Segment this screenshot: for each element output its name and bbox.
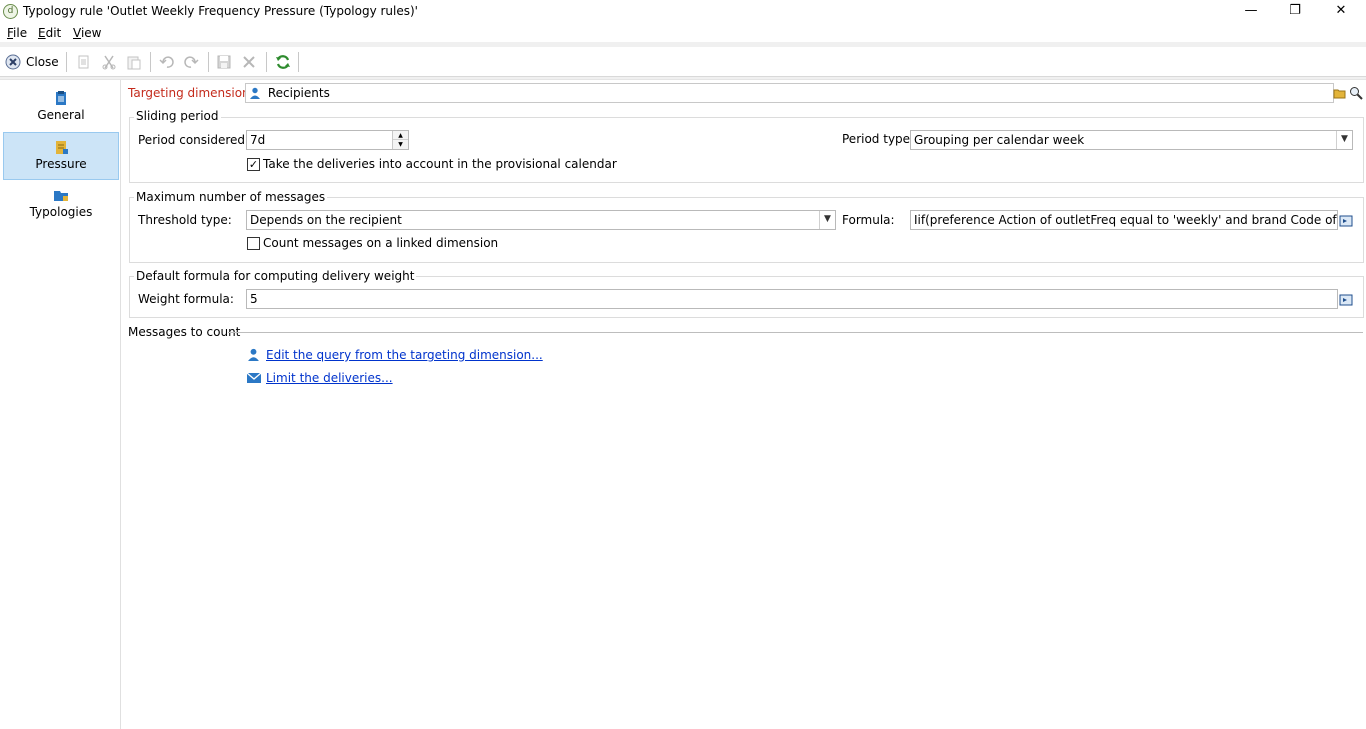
max-messages-title: Maximum number of messages [134,190,328,204]
chevron-down-icon[interactable]: ▼ [1336,131,1352,149]
menu-edit[interactable]: Edit [38,26,61,40]
window-title: Typology rule 'Outlet Weekly Frequency P… [23,4,418,18]
folder-icon [54,191,68,201]
sidebar-item-label: General [37,108,85,122]
save-button[interactable] [216,52,232,72]
expression-editor-icon[interactable] [1339,214,1353,228]
toolbar-separator [150,52,151,72]
edit-query-link[interactable]: Edit the query from the targeting dimens… [266,348,543,362]
spin-down-icon[interactable]: ▼ [393,140,408,149]
provisional-calendar-checkbox[interactable]: ✓ [247,158,260,171]
paste-button[interactable] [126,52,142,72]
toolbar: Close [0,47,1366,77]
period-considered-value: 7d [250,133,266,147]
toolbar-separator [298,52,299,72]
chevron-down-icon[interactable]: ▼ [819,211,835,229]
editor-area: General Pressure Typologies Targeting di… [0,79,1366,729]
magnifier-icon[interactable] [1349,86,1363,100]
period-type-value: Grouping per calendar week [914,133,1085,147]
threshold-type-value: Depends on the recipient [250,213,402,227]
scissors-icon [102,55,116,70]
refresh-icon [276,55,290,69]
linked-dimension-label: Count messages on a linked dimension [263,236,499,250]
sidebar-item-pressure[interactable]: Pressure [3,132,119,180]
period-type-label: Period type: [842,132,915,146]
folder-open-icon[interactable] [1333,86,1347,100]
envelope-icon [246,372,262,383]
toolbar-separator [266,52,267,72]
redo-icon [184,56,199,68]
expression-editor-icon[interactable] [1339,293,1353,307]
cut-button[interactable] [101,52,117,72]
toolbar-separator [66,52,67,72]
menu-view[interactable]: View [73,26,101,40]
menu-bar: File Edit View [0,24,1366,42]
sidebar-item-general[interactable]: General [3,84,119,132]
main-form: Targeting dimension: Recipients Sliding … [121,80,1366,729]
cancel-icon [243,56,255,68]
person-icon [248,348,259,361]
sliding-period-title: Sliding period [134,109,221,123]
cancel-button[interactable] [241,52,257,72]
weight-formula-input[interactable]: 5 [246,289,1338,309]
close-button[interactable]: Close [5,52,59,72]
period-considered-input[interactable]: 7d ▲ ▼ [246,130,409,150]
period-type-select[interactable]: Grouping per calendar week ▼ [910,130,1353,150]
targeting-dimension-label: Targeting dimension: [128,86,254,100]
period-spinner[interactable]: ▲ ▼ [392,131,408,149]
refresh-button[interactable] [275,52,291,72]
close-button-label: Close [26,55,59,69]
minimize-button[interactable]: — [1228,0,1274,24]
max-messages-group [129,197,1364,263]
close-icon [5,54,21,70]
clipboard-paste-icon [127,56,141,70]
undo-icon [159,56,174,68]
period-considered-label: Period considered: [138,133,250,147]
sliding-period-group [129,117,1364,183]
sidebar-item-label: Typologies [29,205,93,219]
messages-to-count-title: Messages to count [128,325,241,339]
targeting-dimension-value: Recipients [267,86,330,100]
title-bar: d Typology rule 'Outlet Weekly Frequency… [0,0,1366,24]
formula-value: Iif(preference Action of outletFreq equa… [914,213,1337,227]
copy-button[interactable] [76,52,92,72]
provisional-calendar-label: Take the deliveries into account in the … [263,157,617,171]
sidebar-item-label: Pressure [35,157,87,171]
toolbar-separator [208,52,209,72]
copy-icon [78,55,89,69]
weight-formula-title: Default formula for computing delivery w… [134,269,417,283]
app-icon: d [3,4,18,19]
person-icon [250,87,260,99]
formula-input[interactable]: Iif(preference Action of outletFreq equa… [910,210,1338,230]
targeting-dimension-field[interactable]: Recipients [245,83,1334,103]
weight-formula-value: 5 [250,292,258,306]
formula-label: Formula: [842,213,895,227]
close-window-button[interactable]: ✕ [1318,0,1364,24]
threshold-type-label: Threshold type: [138,213,232,227]
section-divider [228,332,1363,333]
redo-button[interactable] [183,52,199,72]
weight-formula-label: Weight formula: [138,292,234,306]
limit-deliveries-link[interactable]: Limit the deliveries... [266,371,393,385]
notebook-icon [56,141,68,154]
restore-button[interactable]: ❐ [1272,0,1318,24]
spin-up-icon[interactable]: ▲ [393,131,408,140]
linked-dimension-checkbox[interactable] [247,237,260,250]
clipboard-icon [56,91,66,105]
undo-button[interactable] [159,52,175,72]
menu-file[interactable]: File [7,26,27,40]
sidebar: General Pressure Typologies [0,80,121,729]
threshold-type-select[interactable]: Depends on the recipient ▼ [246,210,836,230]
sidebar-item-typologies[interactable]: Typologies [3,181,119,229]
save-icon [217,55,231,69]
